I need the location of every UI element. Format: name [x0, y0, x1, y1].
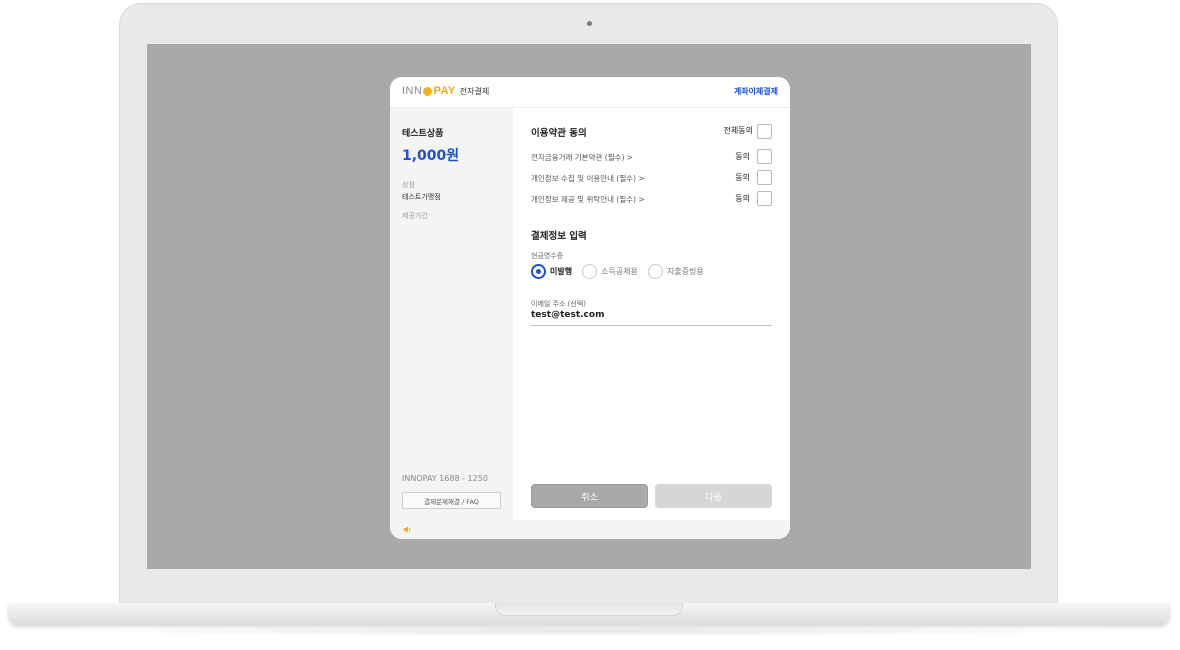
payment-method-title: 계좌이체결제 [733, 87, 778, 96]
faq-button[interactable]: 결제문제해결 / FAQ [402, 492, 501, 509]
term-agree-label: 동의 [735, 173, 750, 182]
receipt-option-none[interactable]: 미발행 [531, 264, 572, 279]
email-label: 이메일 주소 (선택) [531, 300, 586, 308]
receipt-option-label: 미발행 [550, 267, 573, 276]
innopay-logo: INN PAY 전자결제 [402, 85, 489, 97]
agree-all-checkbox[interactable] [757, 124, 772, 139]
period-label: 제공기간 [402, 212, 428, 220]
logo-bulb-icon [423, 86, 433, 96]
cash-receipt-label: 현금영수증 [531, 252, 564, 260]
next-button[interactable]: 다음 [655, 484, 772, 508]
support-phone: INNOPAY 1688 - 1250 [402, 474, 488, 483]
term-agree-checkbox[interactable] [757, 191, 772, 206]
receipt-option-income-deduction[interactable]: 소득공제용 [582, 264, 638, 279]
agree-all-label: 전체동의 [723, 126, 753, 135]
speaker-icon[interactable] [403, 525, 412, 534]
dialog-footer [390, 520, 790, 539]
receipt-option-label: 소득공제용 [601, 267, 638, 276]
term-agree-checkbox[interactable] [757, 149, 772, 164]
radio-unselected-icon[interactable] [582, 264, 598, 279]
laptop-base-notch [495, 603, 683, 616]
store-label: 상점 [402, 181, 415, 189]
payment-form-panel: 이용약관 동의 전체동의 전자금융거래 기본약관 (필수) > 동의 개인정보 … [513, 108, 790, 520]
email-input[interactable]: test@test.com [531, 310, 772, 326]
order-summary-panel: 테스트상품 1,000원 상점 테스트가맹점 제공기간 INNOPAY 1688… [390, 108, 513, 520]
receipt-option-label: 지출증빙용 [666, 267, 704, 276]
term-agree-label: 동의 [735, 194, 750, 203]
cash-receipt-options: 미발행 소득공제용 지출증빙용 [531, 264, 708, 279]
cancel-button[interactable]: 취소 [531, 484, 648, 508]
dialog-header: INN PAY 전자결제 계좌이체결제 [390, 77, 790, 108]
term-item-label[interactable]: 개인정보 제공 및 위탁안내 (필수) > [531, 194, 645, 205]
term-item-label[interactable]: 전자금융거래 기본약관 (필수) > [531, 152, 633, 163]
payment-info-title: 결제정보 입력 [531, 231, 587, 242]
logo-subtitle: 전자결제 [459, 86, 490, 96]
product-price: 1,000원 [402, 148, 460, 164]
product-name: 테스트상품 [402, 129, 444, 139]
store-value: 테스트가맹점 [402, 193, 441, 201]
receipt-option-expense-proof[interactable]: 지출증빙용 [647, 264, 704, 279]
term-agree-checkbox[interactable] [757, 170, 772, 185]
terms-title: 이용약관 동의 [531, 128, 587, 139]
laptop-shadow [30, 626, 1150, 636]
logo-inno-text: INN [402, 85, 423, 97]
term-agree-label: 동의 [735, 152, 750, 161]
camera-dot [587, 21, 592, 26]
logo-pay-text: PAY [433, 85, 456, 97]
radio-unselected-icon[interactable] [647, 264, 663, 279]
term-item-label[interactable]: 개인정보 수집 및 이용안내 (필수) > [531, 173, 645, 184]
radio-selected-icon[interactable] [531, 264, 546, 279]
payment-dialog: INN PAY 전자결제 계좌이체결제 테스트상품 1,000원 상점 테스트가맹… [390, 77, 790, 539]
